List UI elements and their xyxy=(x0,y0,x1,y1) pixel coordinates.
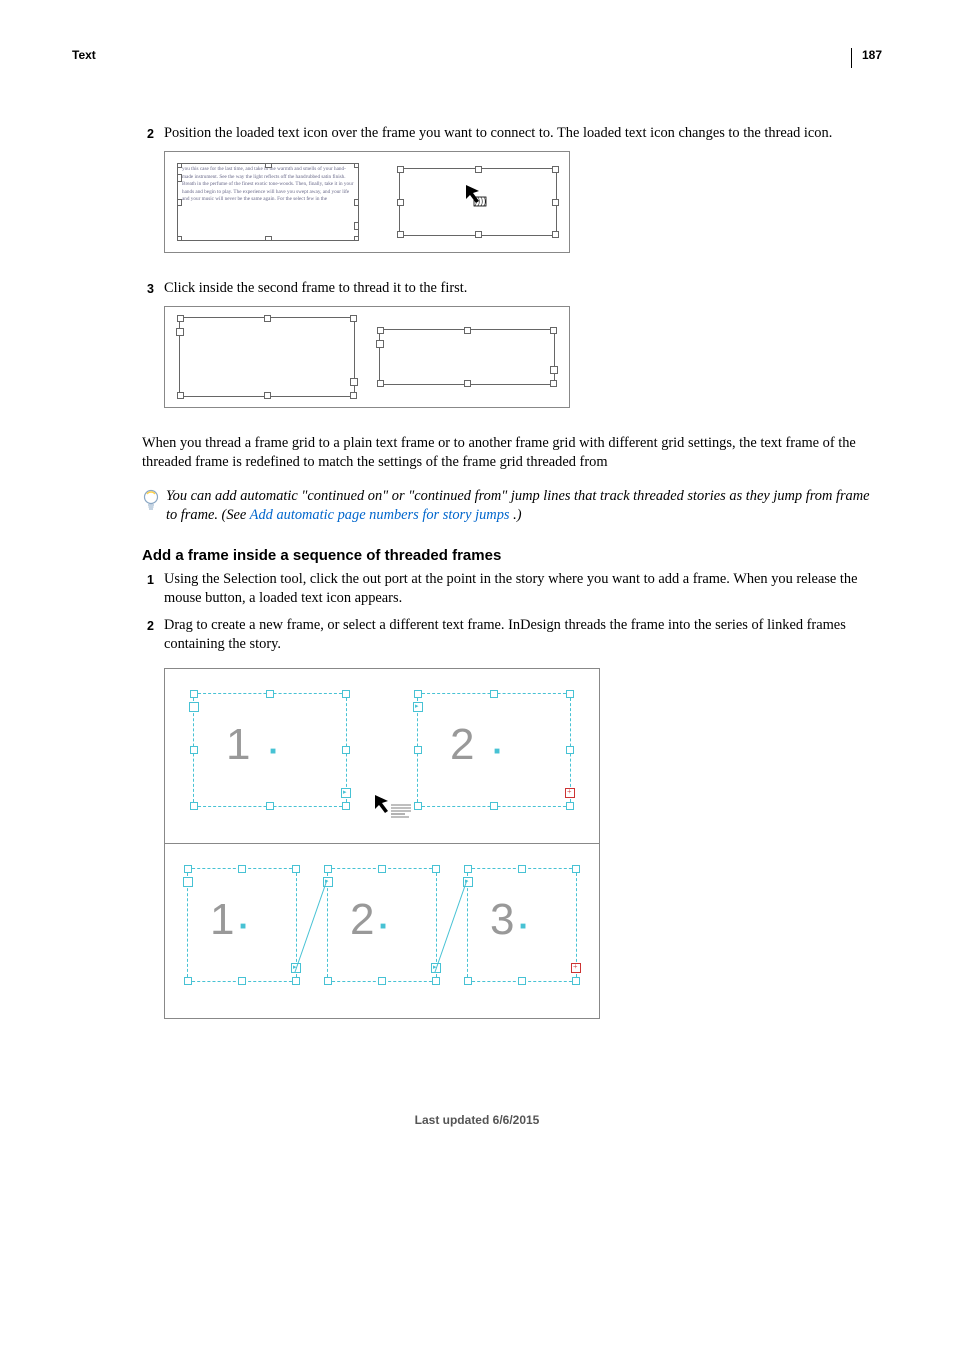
frame-3: 3 + ■ xyxy=(467,868,577,982)
target-text-frame xyxy=(399,168,557,236)
in-port xyxy=(413,702,423,712)
lightbulb-icon xyxy=(142,489,160,526)
step-number: 3 xyxy=(142,279,154,298)
figure-insert-frame-sequence: 1 ■ 2 + ■ xyxy=(164,668,600,1019)
seq-step-2: 2 Drag to create a new frame, or select … xyxy=(142,616,882,654)
out-port-overset: + xyxy=(565,788,575,798)
step-number: 2 xyxy=(142,616,154,654)
section-heading: Add a frame inside a sequence of threade… xyxy=(142,547,882,564)
jump-lines-link[interactable]: Add automatic page numbers for story jum… xyxy=(250,507,510,523)
last-updated: Last updated 6/6/2015 xyxy=(72,1113,882,1127)
step-number: 1 xyxy=(142,570,154,608)
step-3: 3 Click inside the second frame to threa… xyxy=(142,279,882,298)
step-text: Click inside the second frame to thread … xyxy=(164,279,882,298)
sequence-before: 1 ■ 2 + ■ xyxy=(165,669,599,844)
step-number: 2 xyxy=(142,124,154,143)
sequence-after: 1 ■ 2 ■ 3 xyxy=(165,844,599,1018)
out-port xyxy=(341,788,351,798)
step-2: 2 Position the loaded text icon over the… xyxy=(142,124,882,143)
frame-2: 2 + ■ xyxy=(417,693,571,807)
figure-thread-icon: you this case for the last time, and tak… xyxy=(164,151,570,253)
threading-note: When you thread a frame grid to a plain … xyxy=(142,434,882,473)
page-number: 187 xyxy=(851,48,882,68)
frame-1: 1 ■ xyxy=(187,868,297,982)
loaded-text-cursor-icon xyxy=(373,793,413,827)
figure-threaded-result xyxy=(164,306,570,408)
tip-text: You can add automatic "continued on" or … xyxy=(166,487,882,526)
section-label: Text xyxy=(72,48,96,62)
frame-2: 2 ■ xyxy=(327,868,437,982)
step-text: Position the loaded text icon over the f… xyxy=(164,124,882,143)
in-port xyxy=(189,702,199,712)
frame-1: 1 ■ xyxy=(193,693,347,807)
frame-label-2: 2 xyxy=(450,720,474,770)
seq-step-1: 1 Using the Selection tool, click the ou… xyxy=(142,570,882,608)
step-text: Drag to create a new frame, or select a … xyxy=(164,616,882,654)
threaded-frame-left xyxy=(179,317,355,397)
threaded-frame-right xyxy=(379,329,555,385)
filler-text: you this case for the last time, and tak… xyxy=(182,166,353,202)
thread-icon xyxy=(464,183,492,215)
step-text: Using the Selection tool, click the out … xyxy=(164,570,882,608)
frame-label-1: 1 xyxy=(226,720,250,770)
tip: You can add automatic "continued on" or … xyxy=(142,487,882,526)
source-text-frame: you this case for the last time, and tak… xyxy=(177,163,359,241)
